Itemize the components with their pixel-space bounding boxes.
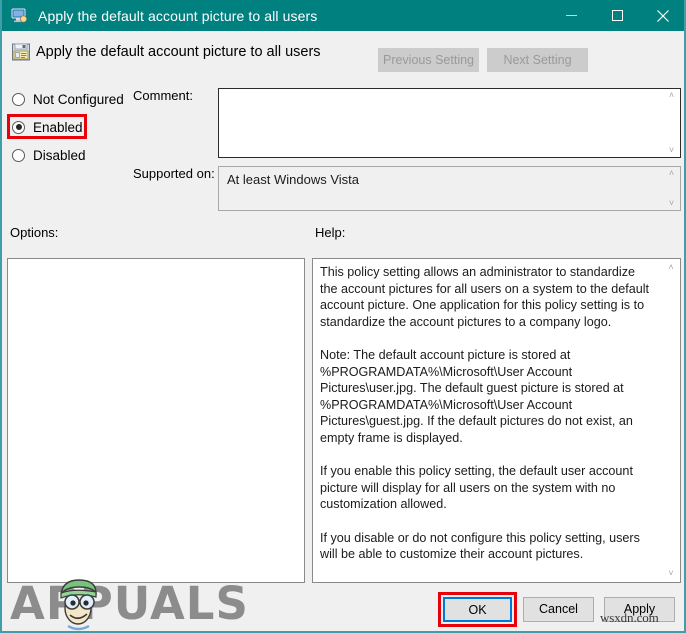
radio-disabled-mark xyxy=(12,148,25,162)
comment-input[interactable]: ˄ ˅ xyxy=(218,88,681,158)
title-bar: Apply the default account picture to all… xyxy=(2,0,684,31)
radio-disabled-label: Disabled xyxy=(33,147,86,163)
close-button[interactable] xyxy=(640,0,684,31)
window-title: Apply the default account picture to all… xyxy=(38,7,318,24)
help-label: Help: xyxy=(315,225,346,240)
minimize-button[interactable] xyxy=(548,0,594,31)
group-policy-setting-icon xyxy=(11,42,31,62)
ok-button[interactable]: OK xyxy=(443,597,512,622)
supported-on-scrollbar[interactable]: ˄ ˅ xyxy=(663,167,680,210)
radio-not-configured-mark xyxy=(12,92,25,106)
chevron-up-icon[interactable]: ˄ xyxy=(663,263,680,272)
chevron-down-icon[interactable]: ˅ xyxy=(663,199,680,208)
help-text: This policy setting allows an administra… xyxy=(320,265,650,562)
chevron-down-icon[interactable]: ˅ xyxy=(663,146,680,155)
comment-scrollbar[interactable]: ˄ ˅ xyxy=(663,89,680,157)
site-watermark: wsxdn.com xyxy=(600,610,659,625)
policy-setting-dialog: Apply the default account picture to all… xyxy=(0,0,686,633)
next-setting-button[interactable]: Next Setting xyxy=(487,48,588,72)
radio-not-configured[interactable]: Not Configured xyxy=(12,89,124,109)
help-scrollbar[interactable]: ˄ ˅ xyxy=(663,260,679,581)
options-label: Options: xyxy=(10,225,59,240)
appuals-watermark: APPUALS xyxy=(10,578,248,631)
radio-enabled-label: Enabled xyxy=(33,119,83,135)
radio-enabled-mark xyxy=(12,120,25,134)
cancel-button[interactable]: Cancel xyxy=(523,597,594,622)
supported-on-value: At least Windows Vista xyxy=(227,172,359,187)
chevron-down-icon[interactable]: ˅ xyxy=(663,569,680,578)
monitor-policy-icon xyxy=(11,8,28,24)
radio-enabled[interactable]: Enabled xyxy=(12,117,83,137)
policy-setting-title: Apply the default account picture to all… xyxy=(36,44,321,60)
chevron-up-icon[interactable]: ˄ xyxy=(663,169,680,178)
appuals-wordmark: APPUALS xyxy=(10,577,249,630)
help-panel: This policy setting allows an administra… xyxy=(312,258,681,583)
supported-on-label: Supported on: xyxy=(133,166,215,181)
maximize-button[interactable] xyxy=(594,0,640,31)
previous-setting-button[interactable]: Previous Setting xyxy=(378,48,479,72)
supported-on-field[interactable]: At least Windows Vista ˄ ˅ xyxy=(218,166,681,211)
radio-not-configured-label: Not Configured xyxy=(33,91,124,107)
options-panel[interactable] xyxy=(7,258,305,583)
comment-label: Comment: xyxy=(133,88,193,103)
radio-disabled[interactable]: Disabled xyxy=(12,145,86,165)
chevron-up-icon[interactable]: ˄ xyxy=(663,91,680,100)
